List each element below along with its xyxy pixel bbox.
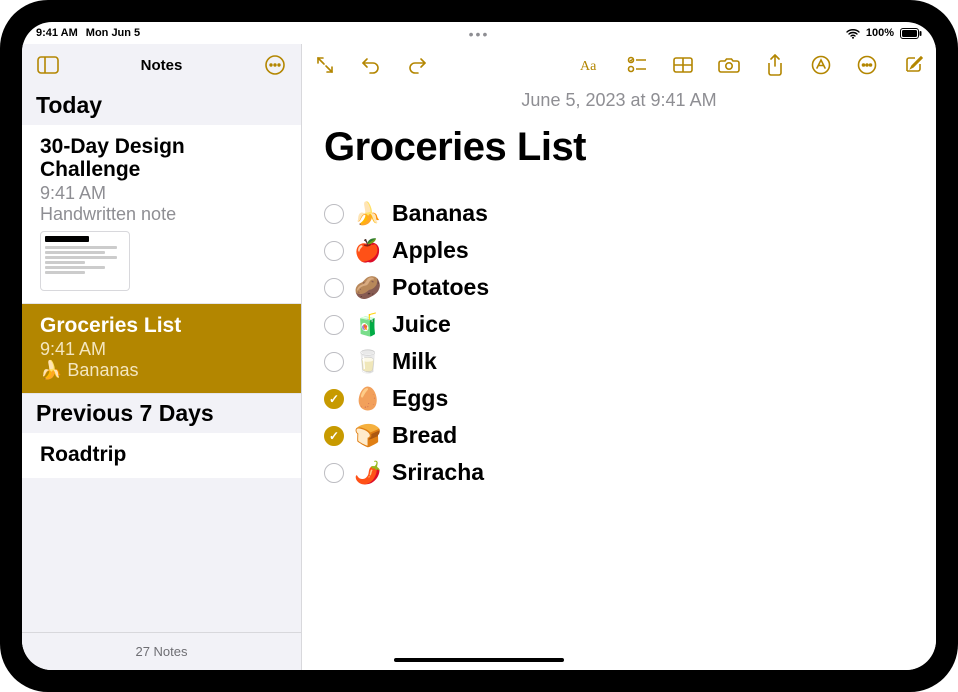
checklist-bubble[interactable] [324,389,344,409]
status-date: Mon Jun 5 [86,27,140,39]
checklist-bubble[interactable] [324,315,344,335]
section-header-today: Today [22,86,301,125]
sidebar-footer-count: 27 Notes [22,632,301,670]
detail-toolbar: Aa [302,44,936,86]
note-item-title: Roadtrip [40,443,287,466]
note-list-item-selected[interactable]: Groceries List 9:41 AM 🍌 Bananas [22,304,301,394]
note-item-title: Groceries List [40,314,287,337]
checklist-item[interactable]: 🍎 Apples [324,237,914,264]
checklist-item[interactable]: 🍞 Bread [324,422,914,449]
sidebar-more-button[interactable] [261,51,289,79]
ipad-frame: ••• 9:41 AM Mon Jun 5 100% [0,0,958,692]
split-view: Notes Today 30-Day Design Challenge 9:41… [22,44,936,670]
item-label: Milk [392,348,437,375]
svg-text:Aa: Aa [580,59,597,74]
note-item-time: 9:41 AM [40,339,287,360]
item-emoji-icon: 🥔 [354,275,382,301]
note-item-preview: 🍌 Bananas [40,360,287,381]
redo-button[interactable] [404,52,430,78]
status-time: 9:41 AM [36,27,78,39]
checklist-bubble[interactable] [324,241,344,261]
note-list-item[interactable]: Roadtrip [22,433,301,478]
note-body[interactable]: June 5, 2023 at 9:41 AM Groceries List 🍌… [302,86,936,670]
sidebar-toggle-button[interactable] [34,51,62,79]
checklist-bubble[interactable] [324,352,344,372]
item-label: Eggs [392,385,448,412]
item-emoji-icon: 🥚 [354,386,382,412]
table-button[interactable] [670,52,696,78]
item-emoji-icon: 🥛 [354,349,382,375]
checklist-item[interactable]: 🥚 Eggs [324,385,914,412]
item-label: Apples [392,237,469,264]
note-item-preview: Handwritten note [40,204,287,225]
note-date: June 5, 2023 at 9:41 AM [324,90,914,111]
note-list-item[interactable]: 30-Day Design Challenge 9:41 AM Handwrit… [22,125,301,304]
note-thumbnail [40,231,130,291]
expand-button[interactable] [312,52,338,78]
item-label: Juice [392,311,451,338]
item-emoji-icon: 🍌 [354,201,382,227]
screen: 9:41 AM Mon Jun 5 100% No [22,22,936,670]
item-label: Potatoes [392,274,489,301]
camera-button[interactable] [716,52,742,78]
checklist-item[interactable]: 🥔 Potatoes [324,274,914,301]
note-title[interactable]: Groceries List [324,125,914,170]
share-button[interactable] [762,52,788,78]
item-emoji-icon: 🌶️ [354,460,382,486]
text-format-button[interactable]: Aa [578,52,604,78]
checklist-item[interactable]: 🥛 Milk [324,348,914,375]
markup-button[interactable] [808,52,834,78]
battery-icon [900,28,922,39]
note-detail-pane: Aa [302,44,936,670]
item-emoji-icon: 🍞 [354,423,382,449]
wifi-icon [846,28,860,39]
checklist-item[interactable]: 🧃 Juice [324,311,914,338]
item-label: Bananas [392,200,488,227]
note-item-time: 9:41 AM [40,183,287,204]
home-indicator[interactable] [394,658,564,662]
item-label: Bread [392,422,457,449]
checklist-bubble[interactable] [324,426,344,446]
checklist-button[interactable] [624,52,650,78]
undo-button[interactable] [358,52,384,78]
checklist-bubble[interactable] [324,463,344,483]
item-label: Sriracha [392,459,484,486]
notes-sidebar: Notes Today 30-Day Design Challenge 9:41… [22,44,302,670]
checklist-item[interactable]: 🌶️ Sriracha [324,459,914,486]
battery-percent: 100% [866,27,894,39]
item-emoji-icon: 🍎 [354,238,382,264]
checklist-bubble[interactable] [324,278,344,298]
item-emoji-icon: 🧃 [354,312,382,338]
compose-button[interactable] [900,52,926,78]
section-header-prev7: Previous 7 Days [22,394,301,433]
detail-more-button[interactable] [854,52,880,78]
sidebar-toolbar: Notes [22,44,301,86]
checklist-item[interactable]: 🍌 Bananas [324,200,914,227]
multitask-dots-icon[interactable]: ••• [469,26,490,42]
checklist[interactable]: 🍌 Bananas 🍎 Apples 🥔 Potatoes 🧃 Juice 🥛 Milk 🥚 Eggs… [324,200,914,486]
note-item-title: 30-Day Design Challenge [40,135,287,181]
notes-list[interactable]: Today 30-Day Design Challenge 9:41 AM Ha… [22,86,301,632]
checklist-bubble[interactable] [324,204,344,224]
sidebar-title: Notes [141,57,183,74]
